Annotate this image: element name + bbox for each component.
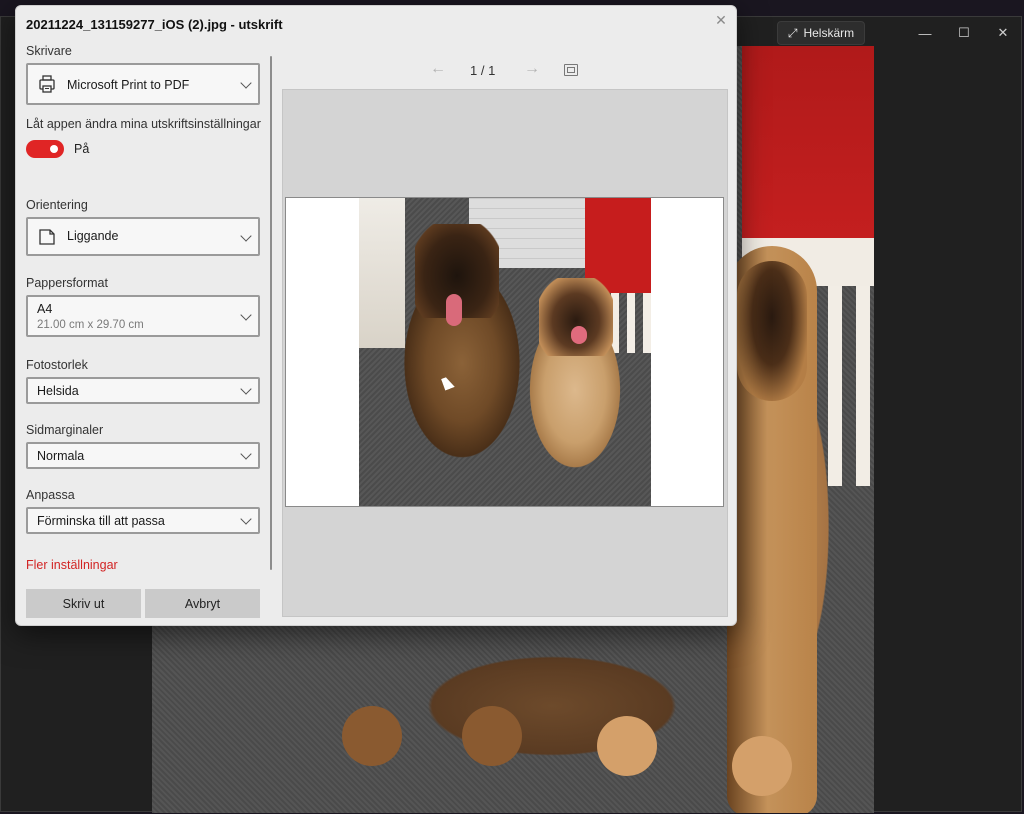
printer-select[interactable]: Microsoft Print to PDF — [26, 63, 260, 105]
photo-paw — [732, 736, 792, 796]
photo-size-label: Fotostorlek — [26, 358, 88, 372]
fullscreen-label: Helskärm — [803, 26, 855, 40]
photo-dog-dark-tongue — [446, 294, 462, 326]
chevron-down-icon — [240, 513, 252, 525]
paper-size-detail: 21.00 cm x 29.70 cm — [37, 319, 144, 331]
chevron-down-icon — [240, 383, 252, 395]
previous-page-button[interactable]: ← — [430, 60, 446, 78]
chevron-down-icon — [240, 309, 252, 321]
preview-photo — [359, 198, 651, 506]
orientation-select[interactable]: Liggande — [26, 217, 260, 256]
expand-diagonal-icon: ⤢ — [787, 25, 798, 40]
maximize-button[interactable]: ☐ — [944, 21, 984, 45]
paper-size-label: Pappersformat — [26, 276, 108, 290]
toggle-knob — [50, 145, 58, 153]
close-icon: ✕ — [715, 12, 727, 28]
photo-paw — [597, 716, 657, 776]
chevron-down-icon — [240, 230, 252, 242]
close-icon: ✕ — [997, 25, 1009, 40]
fit-to-window-icon[interactable] — [564, 64, 578, 76]
paper-size-select[interactable]: A4 21.00 cm x 29.70 cm — [26, 295, 260, 337]
dialog-close-button[interactable]: ✕ — [712, 11, 730, 29]
preview-page — [285, 197, 724, 507]
photo-paw — [462, 706, 522, 766]
print-button[interactable]: Skriv ut — [26, 589, 141, 618]
fit-value: Förminska till att passa — [37, 514, 165, 528]
fit-select[interactable]: Förminska till att passa — [26, 507, 260, 534]
minimize-icon: — — [918, 25, 932, 41]
page-landscape-icon — [39, 229, 55, 245]
photo-dog-light-tongue — [571, 326, 587, 344]
minimize-button[interactable]: — — [905, 21, 945, 45]
photo-size-value: Helsida — [37, 384, 79, 398]
cancel-button[interactable]: Avbryt — [145, 589, 260, 618]
printer-icon — [39, 75, 55, 93]
page-counter: 1 / 1 — [470, 63, 496, 78]
app-settings-state: På — [74, 142, 90, 156]
fullscreen-button[interactable]: ⤢ Helskärm — [777, 21, 865, 45]
margins-select[interactable]: Normala — [26, 442, 260, 469]
print-settings-panel: Skrivare Microsoft Print to PDF Låt appe… — [16, 6, 278, 626]
next-page-button[interactable]: → — [524, 60, 540, 78]
close-window-button[interactable]: ✕ — [983, 21, 1023, 45]
orientation-value: Liggande — [67, 229, 119, 243]
more-settings-link[interactable]: Fler inställningar — [26, 558, 118, 572]
printer-label: Skrivare — [26, 44, 72, 58]
photo-paw — [342, 706, 402, 766]
maximize-icon: ☐ — [958, 25, 970, 40]
printer-value: Microsoft Print to PDF — [67, 78, 190, 92]
chevron-down-icon — [240, 448, 252, 460]
photo-size-select[interactable]: Helsida — [26, 377, 260, 404]
app-settings-label: Låt appen ändra mina utskriftsinställnin… — [26, 117, 261, 131]
paper-size-value: A4 — [37, 302, 53, 316]
photo-dog-head — [737, 261, 807, 401]
print-dialog: 20211224_131159277_iOS (2).jpg - utskrif… — [15, 5, 737, 626]
photo-dog-light-head — [539, 278, 613, 356]
app-settings-toggle[interactable] — [26, 140, 64, 158]
chevron-down-icon — [240, 77, 252, 89]
margins-value: Normala — [37, 449, 85, 463]
orientation-label: Orientering — [26, 198, 88, 212]
margins-label: Sidmarginaler — [26, 423, 104, 437]
fit-label: Anpassa — [26, 488, 75, 502]
settings-scrollbar[interactable] — [270, 56, 272, 570]
